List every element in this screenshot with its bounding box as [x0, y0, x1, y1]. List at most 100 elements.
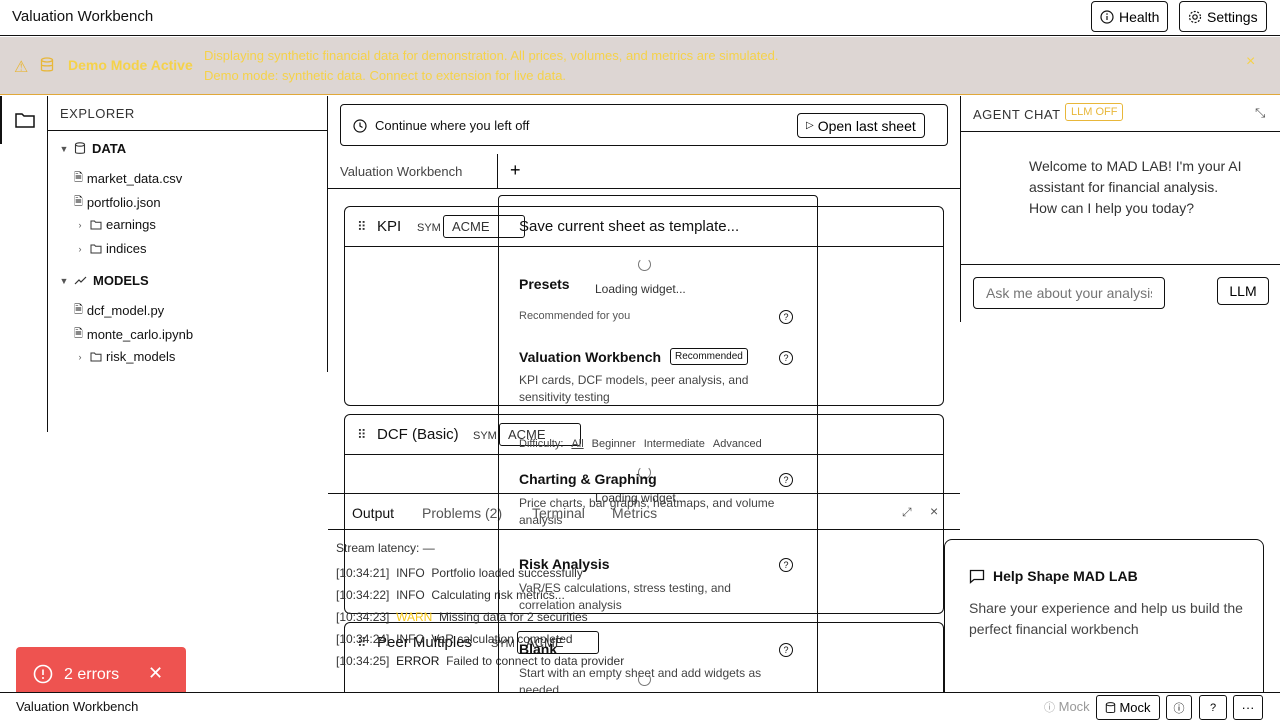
- log-time: [10:34:21]: [336, 566, 390, 580]
- sym-label: SYM: [473, 430, 497, 442]
- feedback-title: Help Shape MAD LAB: [993, 568, 1138, 584]
- health-label: Health: [1119, 8, 1160, 25]
- more-horizontal-icon: ···: [1241, 700, 1255, 715]
- folder-icon[interactable]: [15, 112, 35, 128]
- template-item-desc: KPI cards, DCF models, peer analysis, an…: [519, 373, 749, 404]
- app-title: Valuation Workbench: [12, 8, 154, 25]
- tree-file-portfolio[interactable]: 🗎 portfolio.json: [74, 193, 161, 212]
- active-indicator: [0, 96, 2, 144]
- log-time: [10:34:23]: [336, 610, 390, 624]
- trending-icon: [74, 276, 87, 284]
- tree-section-label: MODELS: [93, 273, 149, 288]
- presets-heading: Presets: [519, 276, 570, 292]
- chat-input[interactable]: [973, 277, 1165, 309]
- alert-circle-icon: [33, 664, 53, 684]
- status-bar: Valuation Workbench ⓘ Mock Mock ⓘ ? ···: [0, 692, 1280, 720]
- close-icon[interactable]: ×: [930, 503, 938, 519]
- activity-bar: [0, 96, 48, 432]
- info-button[interactable]: ⓘ: [1166, 695, 1192, 720]
- folder-icon: [90, 352, 102, 361]
- database-icon: [40, 57, 54, 72]
- tree-file-label: monte_carlo.ipynb: [86, 327, 194, 342]
- help-button[interactable]: ?: [1199, 695, 1227, 720]
- tree-folder-earnings[interactable]: › earnings: [74, 217, 156, 232]
- clock-icon: [353, 119, 367, 133]
- difficulty-advanced[interactable]: Advanced: [713, 438, 762, 450]
- tree-file-market-data[interactable]: 🗎 market_data.csv: [74, 169, 182, 188]
- tree-file-label: portfolio.json: [86, 195, 161, 210]
- more-button[interactable]: ···: [1233, 695, 1263, 720]
- continue-bar: Continue where you left off ▷ Open last …: [340, 104, 948, 146]
- template-item-title[interactable]: Blank: [519, 641, 557, 657]
- sheet-tab-bar: Valuation Workbench +: [328, 154, 960, 189]
- open-last-sheet-button[interactable]: ▷ Open last sheet: [797, 113, 925, 138]
- tree-section-data[interactable]: ▼ DATA: [58, 141, 127, 156]
- help-icon[interactable]: ?: [779, 351, 793, 365]
- difficulty-beginner[interactable]: Beginner: [592, 438, 636, 450]
- tree-file-dcf-model[interactable]: 🗎 dcf_model.py: [74, 301, 164, 320]
- agent-chat-panel: AGENT CHAT LLM OFF ⤡ Welcome to MAD LAB!…: [960, 96, 1280, 322]
- agent-welcome-message: Welcome to MAD LAB! I'm your AI assistan…: [1029, 158, 1242, 216]
- sym-label: SYM: [417, 222, 441, 234]
- difficulty-intermediate[interactable]: Intermediate: [644, 438, 705, 450]
- tree-folder-indices[interactable]: › indices: [74, 241, 147, 256]
- file-icon: 🗎: [74, 328, 83, 340]
- llm-button[interactable]: LLM: [1217, 277, 1269, 305]
- tree-section-models[interactable]: ▼ MODELS: [58, 273, 149, 288]
- help-icon[interactable]: ?: [779, 643, 793, 657]
- chevron-down-icon: ▼: [59, 143, 69, 154]
- template-item-title[interactable]: Charting & Graphing: [519, 471, 657, 487]
- help-icon[interactable]: ?: [779, 310, 793, 324]
- settings-label: Settings: [1207, 8, 1258, 25]
- difficulty-filter: Difficulty: All Beginner Intermediate Ad…: [519, 438, 762, 450]
- template-menu: Save current sheet as template... Preset…: [498, 195, 818, 720]
- tab-valuation-workbench[interactable]: Valuation Workbench: [328, 154, 498, 189]
- log-time: [10:34:22]: [336, 588, 390, 602]
- banner-message: Displaying synthetic financial data for …: [204, 48, 779, 63]
- gear-icon: [1188, 10, 1202, 23]
- log-level: INFO: [396, 632, 425, 646]
- banner-title: Demo Mode Active: [68, 57, 193, 73]
- toast-text: 2 errors: [64, 666, 120, 683]
- info-icon: [1100, 9, 1114, 24]
- help-icon: ?: [1209, 701, 1217, 714]
- llm-status-badge: LLM OFF: [1065, 103, 1124, 121]
- add-sheet-button[interactable]: +: [510, 160, 521, 181]
- health-button[interactable]: Health: [1091, 1, 1169, 32]
- difficulty-label: Difficulty:: [519, 438, 564, 450]
- tree-folder-label: indices: [106, 241, 147, 256]
- tree-file-monte-carlo[interactable]: 🗎 monte_carlo.ipynb: [74, 325, 193, 344]
- drag-handle-icon[interactable]: ⠿: [357, 219, 367, 235]
- drag-handle-icon[interactable]: ⠿: [357, 427, 367, 443]
- feedback-card[interactable]: Help Shape MAD LAB Share your experience…: [944, 539, 1264, 704]
- chevron-down-icon: ▼: [59, 275, 69, 286]
- tree-file-label: market_data.csv: [86, 171, 183, 186]
- banner-close-button[interactable]: ×: [1246, 53, 1255, 71]
- file-icon: 🗎: [74, 196, 83, 208]
- template-item-title[interactable]: Risk Analysis: [519, 556, 610, 572]
- tab-problems[interactable]: Problems (2): [422, 505, 502, 521]
- divider: [48, 130, 328, 131]
- play-icon: ▷: [806, 120, 814, 131]
- settings-button[interactable]: Settings: [1179, 1, 1267, 32]
- maximize-icon[interactable]: ⤢: [902, 505, 912, 520]
- mock-data-button[interactable]: Mock: [1096, 695, 1160, 720]
- continue-text: Continue where you left off: [375, 118, 530, 133]
- template-item-title[interactable]: Valuation Workbench: [519, 349, 661, 365]
- chevron-right-icon: ›: [78, 351, 82, 362]
- feedback-text: Share your experience and help us build …: [969, 600, 1243, 637]
- recommended-heading: Recommended for you: [519, 310, 631, 322]
- help-icon[interactable]: ?: [779, 558, 793, 572]
- demo-banner: ⚠ Demo Mode Active Displaying synthetic …: [0, 37, 1280, 95]
- file-icon: 🗎: [74, 304, 83, 316]
- save-template-item[interactable]: Save current sheet as template...: [519, 218, 739, 235]
- log-time: [10:34:24]: [336, 632, 390, 646]
- mock-indicator: ⓘ Mock: [1044, 699, 1090, 715]
- folder-icon: [90, 220, 102, 229]
- collapse-icon[interactable]: ⤡: [1255, 105, 1266, 121]
- difficulty-all[interactable]: All: [571, 438, 583, 450]
- tab-output[interactable]: Output: [352, 505, 394, 521]
- toast-close-button[interactable]: ✕: [148, 663, 163, 684]
- tree-folder-risk-models[interactable]: › risk_models: [74, 349, 176, 364]
- help-icon[interactable]: ?: [779, 473, 793, 487]
